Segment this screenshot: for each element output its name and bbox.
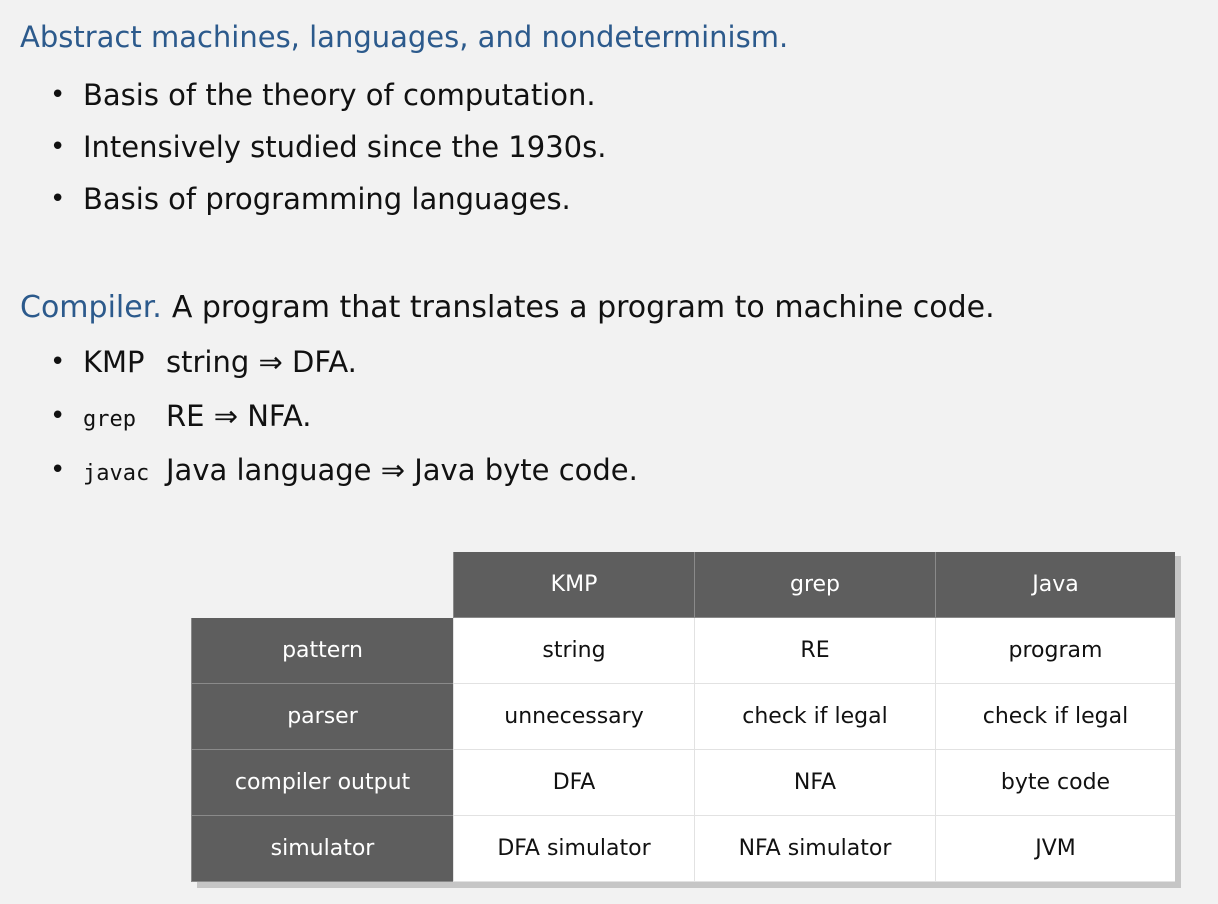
list-item: Basis of programming languages.: [50, 179, 606, 231]
compiler-definition: A program that translates a program to m…: [171, 290, 995, 325]
bullet-text: string ⇒ DFA.: [166, 345, 357, 379]
compiler-label: Compiler.: [20, 290, 162, 325]
table-cell: check if legal: [694, 684, 935, 750]
section-heading-abstract-machines: Abstract machines, languages, and nondet…: [20, 20, 789, 54]
theory-bullet-list: Basis of the theory of computation. Inte…: [50, 75, 606, 231]
table-cell: program: [935, 618, 1175, 684]
section-heading-compiler: Compiler. A program that translates a pro…: [20, 290, 995, 325]
table-cell: RE: [694, 618, 935, 684]
table-cell: DFA: [453, 750, 694, 816]
table-cell: unnecessary: [453, 684, 694, 750]
list-item: Intensively studied since the 1930s.: [50, 127, 606, 179]
compiler-bullet-list: KMP string ⇒ DFA. grep RE ⇒ NFA. javac Java…: [50, 342, 638, 504]
comparison-table: KMP grep Java pattern string RE program …: [191, 552, 1181, 888]
table-cell: JVM: [935, 816, 1175, 882]
list-item: javac Java language ⇒ Java byte code.: [50, 450, 638, 504]
bullet-text: RE ⇒ NFA.: [166, 399, 312, 433]
row-header-compiler-output: compiler output: [191, 750, 453, 816]
table-cell: check if legal: [935, 684, 1175, 750]
list-item: grep RE ⇒ NFA.: [50, 396, 638, 450]
list-item: Basis of the theory of computation.: [50, 75, 606, 127]
bullet-tag: KMP: [83, 345, 145, 379]
column-header-kmp: KMP: [453, 552, 694, 618]
bullet-text: Java language ⇒ Java byte code.: [166, 453, 638, 487]
column-header-java: Java: [935, 552, 1175, 618]
row-header-pattern: pattern: [191, 618, 453, 684]
row-header-parser: parser: [191, 684, 453, 750]
table-cell: byte code: [935, 750, 1175, 816]
table-cell: NFA: [694, 750, 935, 816]
bullet-tag: javac: [83, 461, 150, 486]
table-cell: NFA simulator: [694, 816, 935, 882]
table-cell: string: [453, 618, 694, 684]
bullet-tag: grep: [83, 407, 136, 432]
list-item: KMP string ⇒ DFA.: [50, 342, 638, 396]
row-header-simulator: simulator: [191, 816, 453, 882]
table-cell: DFA simulator: [453, 816, 694, 882]
column-header-grep: grep: [694, 552, 935, 618]
